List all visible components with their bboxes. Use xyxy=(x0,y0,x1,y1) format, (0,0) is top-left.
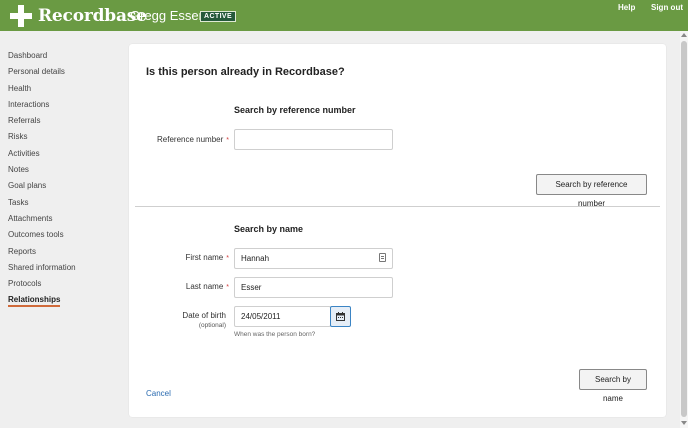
sidebar-nav: Dashboard Personal details Health Intera… xyxy=(8,50,120,311)
ref-section-title: Search by reference number xyxy=(234,105,356,115)
search-person-card: Is this person already in Recordbase? Se… xyxy=(129,44,666,417)
sidebar-item-risks[interactable]: Risks xyxy=(8,131,120,147)
help-link[interactable]: Help xyxy=(618,3,635,12)
sidebar-item-goal-plans[interactable]: Goal plans xyxy=(8,180,120,196)
sidebar-item-label: Outcomes tools xyxy=(8,230,64,240)
sidebar-item-label: Interactions xyxy=(8,99,50,109)
person-name: Gregg Esser xyxy=(130,8,203,23)
sidebar-item-notes[interactable]: Notes xyxy=(8,164,120,180)
sidebar-item-label: Notes xyxy=(8,165,29,175)
sidebar-item-activities[interactable]: Activities xyxy=(8,148,120,164)
last-name-label-text: Last name xyxy=(185,282,224,291)
reference-number-label-text: Reference number xyxy=(157,135,224,144)
first-name-input[interactable] xyxy=(234,248,393,269)
first-name-label: First name * xyxy=(129,253,229,262)
date-of-birth-optional: (optional) xyxy=(198,322,226,329)
sidebar-item-protocols[interactable]: Protocols xyxy=(8,278,120,294)
cancel-link[interactable]: Cancel xyxy=(146,389,171,398)
date-of-birth-input[interactable] xyxy=(234,306,331,327)
date-of-birth-label: Date of birth xyxy=(182,311,226,320)
date-of-birth-hint: When was the person born? xyxy=(234,331,316,338)
sidebar-item-relationships[interactable]: Relationships xyxy=(8,294,120,310)
sidebar-item-shared-information[interactable]: Shared information xyxy=(8,262,120,278)
sidebar-item-label: Personal details xyxy=(8,67,65,77)
search-by-name-button[interactable]: Search by name xyxy=(579,369,647,403)
scroll-thumb[interactable] xyxy=(681,41,687,417)
reference-number-input[interactable] xyxy=(234,129,393,150)
sidebar-item-outcomes-tools[interactable]: Outcomes tools xyxy=(8,229,120,245)
sidebar-item-label: Protocols xyxy=(8,279,42,289)
sidebar-item-reports[interactable]: Reports xyxy=(8,246,120,262)
sidebar-item-label: Reports xyxy=(8,246,37,256)
sidebar-item-attachments[interactable]: Attachments xyxy=(8,213,120,229)
sidebar-item-label: Shared information xyxy=(8,262,76,272)
sidebar-item-health[interactable]: Health xyxy=(8,83,120,99)
last-name-input[interactable] xyxy=(234,277,393,298)
required-marker: * xyxy=(226,255,229,262)
page-title: Is this person already in Recordbase? xyxy=(146,66,345,78)
sidebar-item-tasks[interactable]: Tasks xyxy=(8,197,120,213)
password-manager-icon[interactable] xyxy=(379,253,386,262)
calendar-icon xyxy=(336,312,345,321)
name-section-title: Search by name xyxy=(234,224,304,234)
reference-number-label: Reference number * xyxy=(129,135,229,144)
sidebar-item-label: Activities xyxy=(8,148,40,158)
logo[interactable]: Recordbase xyxy=(10,3,147,29)
sidebar-item-label: Risks xyxy=(8,132,28,142)
scroll-up-icon[interactable] xyxy=(681,33,687,37)
top-bar: Recordbase Gregg Esser ACTIVE Help Sign … xyxy=(0,0,688,31)
sidebar-item-label: Referrals xyxy=(8,116,41,126)
sidebar-item-referrals[interactable]: Referrals xyxy=(8,115,120,131)
sidebar-item-label: Health xyxy=(8,83,32,93)
sidebar-item-label: Relationships xyxy=(8,295,61,308)
sidebar-item-label: Dashboard xyxy=(8,51,48,60)
sidebar-item-interactions[interactable]: Interactions xyxy=(8,99,120,115)
scroll-down-icon[interactable] xyxy=(681,421,687,425)
search-by-reference-button[interactable]: Search by reference number xyxy=(536,174,647,208)
section-divider xyxy=(135,206,660,207)
required-marker: * xyxy=(226,284,229,291)
sidebar-item-label: Attachments xyxy=(8,213,53,223)
sidebar-item-dashboard[interactable]: Dashboard xyxy=(8,50,120,66)
date-picker-button[interactable] xyxy=(330,306,351,327)
sidebar-item-label: Tasks xyxy=(8,197,29,207)
recordbase-cross-icon xyxy=(10,5,32,27)
last-name-label: Last name * xyxy=(129,282,229,291)
sign-out-link[interactable]: Sign out xyxy=(651,3,683,12)
first-name-label-text: First name xyxy=(185,253,224,262)
sidebar-item-personal-details[interactable]: Personal details xyxy=(8,66,120,82)
required-marker: * xyxy=(226,137,229,144)
sidebar-item-label: Goal plans xyxy=(8,181,47,191)
status-badge: ACTIVE xyxy=(200,11,237,22)
scrollbar[interactable] xyxy=(680,31,688,428)
